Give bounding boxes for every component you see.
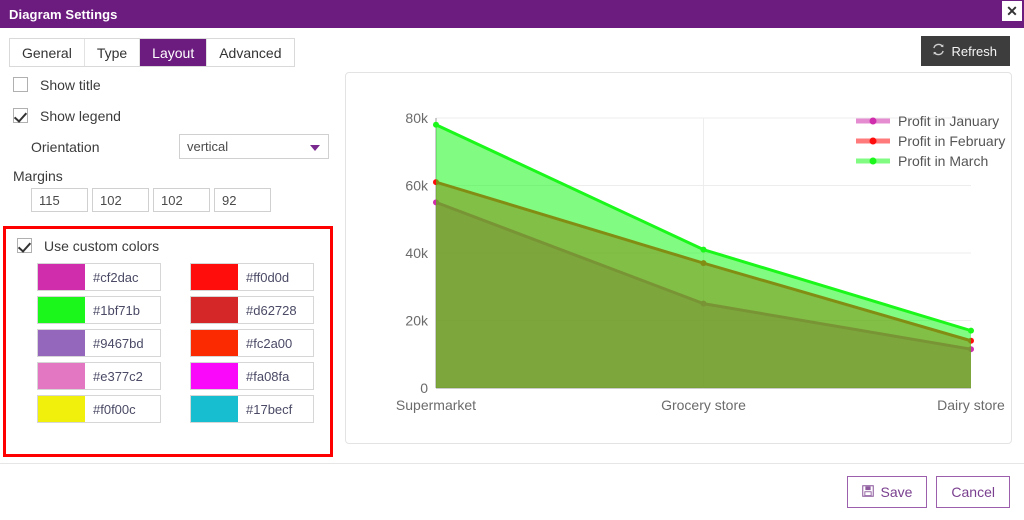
svg-text:0: 0 (420, 380, 428, 396)
use-custom-colors-checkbox[interactable] (17, 238, 32, 253)
tab-type[interactable]: Type (84, 39, 141, 66)
color-item[interactable]: #17becf (190, 395, 314, 423)
margins-label: Margins (13, 168, 63, 184)
svg-text:Dairy store: Dairy store (937, 397, 1005, 413)
show-title-checkbox[interactable] (13, 77, 28, 92)
color-hex-value[interactable]: #17becf (238, 396, 313, 422)
refresh-button[interactable]: Refresh (921, 36, 1010, 66)
color-hex-value[interactable]: #9467bd (85, 330, 160, 356)
svg-text:Grocery store: Grocery store (661, 397, 746, 413)
svg-text:20k: 20k (405, 313, 429, 329)
color-item[interactable]: #ff0d0d (190, 263, 314, 291)
svg-text:Supermarket: Supermarket (396, 397, 476, 413)
color-item[interactable]: #fa08fa (190, 362, 314, 390)
color-item[interactable]: #9467bd (37, 329, 161, 357)
color-swatch[interactable] (38, 363, 85, 389)
dialog-footer: Save Cancel (0, 463, 1024, 520)
color-swatch[interactable] (191, 297, 238, 323)
show-title-row[interactable]: Show title (0, 72, 340, 97)
refresh-label: Refresh (951, 43, 997, 59)
save-label: Save (880, 484, 913, 500)
dialog-title: Diagram Settings (9, 6, 118, 22)
custom-colors-section: Use custom colors #cf2dac #ff0d0d #1bf71… (3, 226, 333, 457)
color-hex-value[interactable]: #fa08fa (238, 363, 313, 389)
orientation-value: vertical (187, 139, 229, 154)
color-hex-value[interactable]: #fc2a00 (238, 330, 313, 356)
use-custom-colors-row[interactable]: Use custom colors (6, 232, 330, 259)
tab-general[interactable]: General (10, 39, 85, 66)
svg-text:80k: 80k (405, 110, 429, 126)
color-swatch[interactable] (191, 264, 238, 290)
tab-layout[interactable]: Layout (140, 39, 208, 66)
diagram-settings-dialog: Diagram Settings ✕ General Type Layout A… (0, 0, 1024, 520)
save-button[interactable]: Save (847, 476, 928, 508)
tab-advanced[interactable]: Advanced (207, 39, 294, 66)
color-swatch[interactable] (38, 264, 85, 290)
color-item[interactable]: #cf2dac (37, 263, 161, 291)
cancel-button[interactable]: Cancel (936, 476, 1010, 508)
color-hex-value[interactable]: #e377c2 (85, 363, 160, 389)
color-swatch[interactable] (191, 330, 238, 356)
dialog-titlebar: Diagram Settings ✕ (0, 0, 1024, 28)
color-swatch[interactable] (191, 363, 238, 389)
color-item[interactable]: #e377c2 (37, 362, 161, 390)
svg-text:Profit in March: Profit in March (898, 153, 988, 169)
show-legend-label: Show legend (40, 107, 121, 124)
show-legend-row[interactable]: Show legend (0, 103, 340, 128)
color-item[interactable]: #1bf71b (37, 296, 161, 324)
color-swatch[interactable] (38, 330, 85, 356)
color-swatch[interactable] (38, 297, 85, 323)
margin-right-input[interactable]: 102 (92, 188, 149, 212)
show-legend-checkbox[interactable] (13, 108, 28, 123)
svg-text:Profit in February: Profit in February (898, 133, 1005, 149)
use-custom-colors-label: Use custom colors (44, 237, 160, 254)
margin-bottom-input[interactable]: 102 (153, 188, 210, 212)
color-hex-value[interactable]: #ff0d0d (238, 264, 313, 290)
color-hex-value[interactable]: #1bf71b (85, 297, 160, 323)
close-icon[interactable]: ✕ (1002, 1, 1022, 21)
svg-text:Profit in January: Profit in January (898, 113, 999, 129)
save-disk-icon (862, 484, 875, 500)
color-item[interactable]: #fc2a00 (190, 329, 314, 357)
svg-text:60k: 60k (405, 178, 429, 194)
color-item[interactable]: #d62728 (190, 296, 314, 324)
refresh-icon (932, 43, 945, 59)
chevron-down-icon (310, 145, 320, 151)
color-hex-value[interactable]: #cf2dac (85, 264, 160, 290)
color-hex-value[interactable]: #f0f00c (85, 396, 160, 422)
area-chart: 0 20k 40k 60k 80k Supermarket Grocery store Dai… (396, 110, 1005, 413)
orientation-select[interactable]: vertical (179, 134, 329, 159)
tab-bar: General Type Layout Advanced (9, 38, 295, 67)
color-item[interactable]: #f0f00c (37, 395, 161, 423)
orientation-label: Orientation (31, 138, 100, 155)
chart-preview-panel: 0 20k 40k 60k 80k Supermarket Grocery store Dai… (345, 72, 1012, 444)
settings-panel: Show title Show legend Orientation verti… (0, 72, 340, 212)
orientation-row: Orientation vertical (0, 134, 340, 159)
svg-text:40k: 40k (405, 245, 429, 261)
show-title-label: Show title (40, 76, 101, 93)
margin-left-input[interactable]: 92 (214, 188, 271, 212)
color-swatch[interactable] (191, 396, 238, 422)
color-hex-value[interactable]: #d62728 (238, 297, 313, 323)
color-swatch[interactable] (38, 396, 85, 422)
margins-row: 115 102 102 92 (0, 188, 340, 212)
margin-top-input[interactable]: 115 (31, 188, 88, 212)
color-swatch-grid: #cf2dac #ff0d0d #1bf71b #d62728 #9467bd … (6, 259, 330, 423)
